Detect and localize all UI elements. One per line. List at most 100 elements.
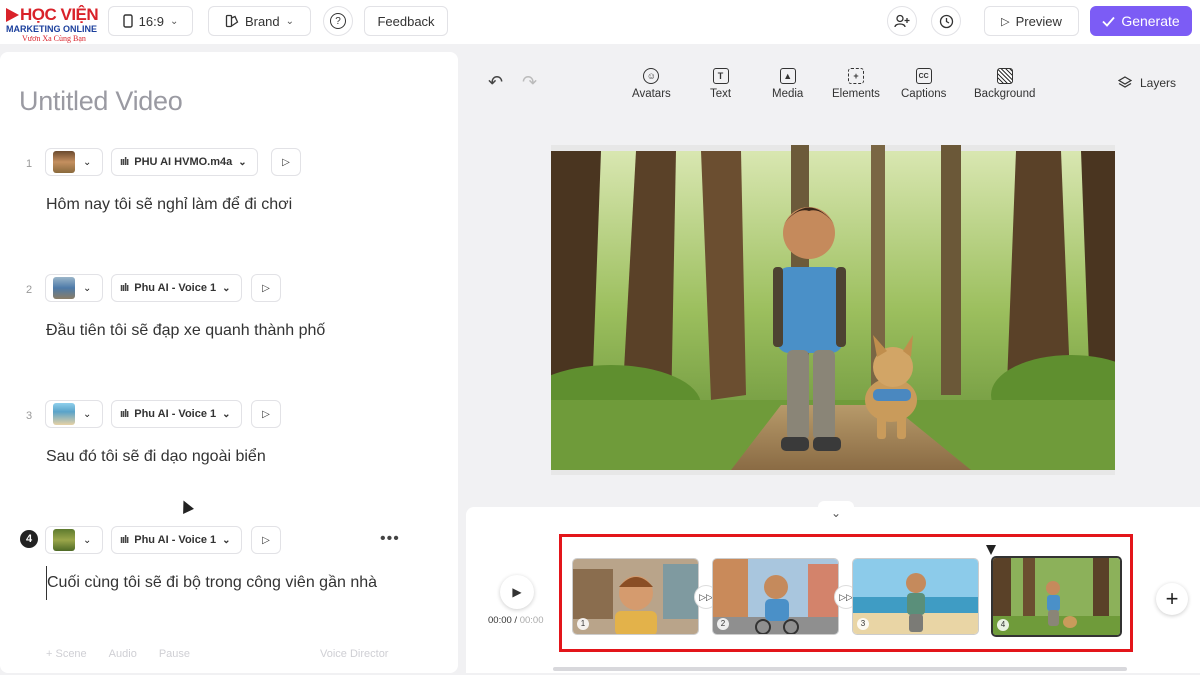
clip-thumbnail [853, 559, 978, 634]
script-panel: Untitled Video 1 ⌄ ıılı PHU AI HVMO.m4a … [0, 52, 458, 673]
scene-1: 1 ⌄ ıılı PHU AI HVMO.m4a ⌄ ▷ Hôm nay tôi… [0, 148, 458, 258]
media-icon: ▲ [779, 68, 796, 84]
avatar-selector[interactable]: ⌄ [45, 526, 103, 554]
avatar-thumbnail [53, 403, 75, 425]
redo-icon[interactable]: ↷ [522, 72, 537, 93]
scene-number-active: 4 [20, 530, 38, 548]
undo-icon[interactable]: ↶ [488, 72, 503, 93]
feedback-button[interactable]: Feedback [364, 6, 448, 36]
timeline-clip-2[interactable]: 2 [712, 558, 839, 635]
chevron-down-icon: ⌄ [238, 156, 247, 168]
scene-footer-actions: + Scene Audio Pause [46, 648, 190, 660]
chevron-down-icon: ⌄ [83, 282, 92, 294]
timeline-play-button[interactable]: ▶ [500, 575, 534, 609]
feedback-label: Feedback [377, 13, 435, 29]
timeline-scrollbar[interactable] [553, 667, 1127, 671]
voice-director-link[interactable]: Voice Director [320, 648, 388, 660]
check-icon [1102, 16, 1115, 27]
scene-script-text[interactable]: Sau đó tôi sẽ đi dạo ngoài biển [46, 440, 406, 474]
play-icon: ▷ [262, 408, 270, 420]
tool-media[interactable]: ▲ Media [772, 68, 803, 100]
preview-button[interactable]: ▷ Preview [984, 6, 1079, 36]
scene-script-text[interactable]: Cuối cùng tôi sẽ đi bộ trong công viên g… [46, 566, 406, 600]
share-button[interactable] [887, 6, 917, 36]
add-scene-link[interactable]: + Scene [46, 648, 87, 660]
voice-name: PHU AI HVMO.m4a [134, 156, 233, 168]
brand-dropdown[interactable]: Brand ⌄ [208, 6, 311, 36]
scene-script-text[interactable]: Đầu tiên tôi sẽ đạp xe quanh thành phố [46, 314, 406, 348]
captions-icon: CC [915, 68, 932, 84]
waveform-icon: ıılı [120, 282, 129, 294]
add-user-icon [894, 14, 910, 28]
scene-play-button[interactable]: ▷ [251, 526, 281, 554]
add-clip-button[interactable]: + [1156, 583, 1188, 615]
avatar-selector[interactable]: ⌄ [45, 148, 103, 176]
scene-script-text[interactable]: Hôm nay tôi sẽ nghỉ làm để đi chơi [46, 188, 406, 222]
clip-thumbnail [573, 559, 698, 634]
timeline-clip-1[interactable]: 1 [572, 558, 699, 635]
chevron-down-icon: ⌄ [83, 156, 92, 168]
video-title[interactable]: Untitled Video [19, 86, 183, 117]
layers-button[interactable]: Layers [1118, 76, 1176, 90]
brand-label: Brand [244, 13, 280, 29]
tool-label: Media [772, 88, 804, 100]
layers-icon [1118, 76, 1132, 88]
pause-link[interactable]: Pause [159, 648, 190, 660]
logo-sub-text: MARKETING ONLINE [6, 24, 97, 34]
clip-thumbnail [993, 558, 1120, 635]
elements-icon: + [847, 68, 864, 84]
play-icon: ▷ [282, 156, 290, 168]
help-button[interactable]: ? [323, 6, 353, 36]
scene-3: 3 ⌄ ıılı Phu AI - Voice 1 ⌄ ▷ Sau đó tôi… [0, 400, 458, 510]
generate-button[interactable]: Generate [1090, 6, 1192, 36]
scene-play-button[interactable]: ▷ [251, 274, 281, 302]
generate-label: Generate [1121, 13, 1180, 29]
top-bar: HỌC VIỆN MARKETING ONLINE Vươn Xa Cùng B… [0, 0, 1200, 44]
avatar-selector[interactable]: ⌄ [45, 274, 103, 302]
timeline-clip-4[interactable]: 4 [991, 556, 1122, 637]
plus-icon: + [1165, 586, 1179, 611]
tool-text[interactable]: T Text [710, 68, 731, 100]
clip-number: 2 [717, 618, 729, 630]
audio-link[interactable]: Audio [109, 648, 137, 660]
history-button[interactable] [931, 6, 961, 36]
voice-selector[interactable]: ıılı Phu AI - Voice 1 ⌄ [111, 274, 242, 302]
aspect-ratio-dropdown[interactable]: 16:9 ⌄ [108, 6, 193, 36]
chevron-down-icon: ⌄ [83, 534, 92, 546]
time-separator: / [511, 615, 520, 626]
tool-label: Avatars [632, 88, 671, 100]
tool-captions[interactable]: CC Captions [901, 68, 946, 100]
tool-avatars[interactable]: ☺ Avatars [632, 68, 671, 100]
transition-icon: ▷▷ [839, 591, 853, 602]
avatar-selector[interactable]: ⌄ [45, 400, 103, 428]
voice-name: Phu AI - Voice 1 [134, 282, 217, 294]
tool-label: Text [710, 88, 732, 100]
scene-play-button[interactable]: ▷ [251, 400, 281, 428]
chevron-down-icon: ⌄ [222, 282, 231, 294]
clock-icon [939, 14, 953, 28]
voice-selector[interactable]: ıılı Phu AI - Voice 1 ⌄ [111, 526, 242, 554]
timeline-clip-3[interactable]: 3 [852, 558, 979, 635]
voice-selector[interactable]: ıılı PHU AI HVMO.m4a ⌄ [111, 148, 258, 176]
play-icon: ▷ [1001, 15, 1010, 28]
tool-label: Elements [832, 88, 880, 100]
voice-selector[interactable]: ıılı Phu AI - Voice 1 ⌄ [111, 400, 242, 428]
timeline-time: 00:00 / 00:00 [488, 615, 543, 626]
scene-2: 2 ⌄ ıılı Phu AI - Voice 1 ⌄ ▷ Đầu tiên t… [0, 274, 458, 384]
scene-number: 3 [25, 410, 33, 422]
total-duration: 00:00 [519, 615, 544, 626]
scene-play-button[interactable]: ▷ [271, 148, 301, 176]
clip-thumbnail [713, 559, 838, 634]
clip-number: 1 [577, 618, 589, 630]
avatar-thumbnail [53, 151, 75, 173]
background-icon [996, 68, 1013, 84]
video-canvas[interactable] [551, 145, 1115, 475]
waveform-icon: ıılı [120, 156, 129, 168]
scene-4: 4 ⌄ ıılı Phu AI - Voice 1 ⌄ ▷ ••• Cuối c… [0, 526, 458, 646]
tool-elements[interactable]: + Elements [832, 68, 880, 100]
more-options-icon[interactable]: ••• [380, 530, 400, 548]
tool-background[interactable]: Background [974, 68, 1035, 100]
help-icon: ? [330, 13, 346, 29]
collapse-timeline-button[interactable]: ⌄ [818, 501, 854, 525]
transition-icon: ▷▷ [699, 591, 713, 602]
